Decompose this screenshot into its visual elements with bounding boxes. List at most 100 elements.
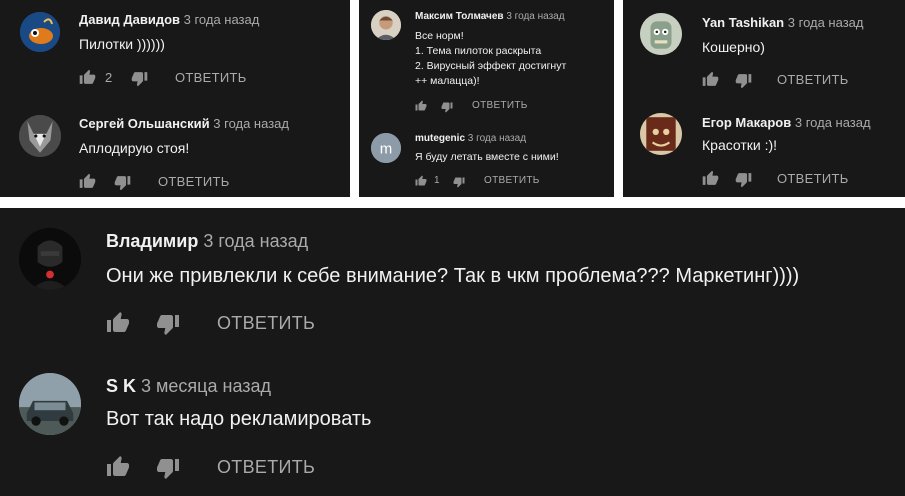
reply-button[interactable]: ОТВЕТИТЬ [472,100,528,111]
avatar[interactable] [19,115,61,157]
thumb-down-icon [157,315,179,335]
reply-button[interactable]: ОТВЕТИТЬ [484,175,540,186]
thumb-down-icon [131,72,148,87]
thumb-up-icon [415,175,427,186]
avatar[interactable] [19,373,81,435]
comments-panel-3: Yan Tashikan 3 года назад Кошерно) ОТВЕТ… [623,0,905,197]
comment-text-line: Вот так надо рекламировать [106,408,372,430]
comment-author[interactable]: Максим Толмачев [415,11,504,22]
comment-text-line: Красотки :)! [702,137,778,153]
comment-text-line: Пилотки )))))) [79,36,165,52]
comment-text-line: Кошерно) [702,39,765,55]
comment-actions: 1 ОТВЕТИТЬ [415,175,605,189]
comment-actions: ОТВЕТИТЬ [702,71,902,89]
avatar-letter: m [380,140,393,157]
comment-text: Аплодирую стоя! [79,140,189,156]
like-count: 1 [434,175,440,186]
comment-timestamp[interactable]: 3 года назад [213,116,289,131]
avatar[interactable] [371,10,401,40]
comment-actions: ОТВЕТИТЬ [106,455,406,479]
thumb-up-icon [415,100,427,111]
comment-actions: ОТВЕТИТЬ [415,100,605,114]
thumb-down-icon [114,176,131,191]
comment-text: Пилотки )))))) [79,36,165,52]
thumb-down-icon [157,459,179,479]
like-button[interactable] [79,173,96,190]
like-button[interactable] [79,69,96,86]
reply-button[interactable]: ОТВЕТИТЬ [175,70,247,85]
comment-text-line: 1. Тема пилоток раскрыта [415,45,542,57]
comment-author[interactable]: Давид Давидов [79,12,180,27]
dislike-button[interactable] [156,312,180,336]
comment-text-line: Я буду летать вместе с ними! [415,151,559,163]
comment-actions: ОТВЕТИТЬ [79,173,339,191]
comments-panel-2: Максим Толмачев 3 года назад Все норм! 1… [359,0,614,197]
comment-timestamp[interactable]: 3 года назад [184,12,260,27]
like-button[interactable] [106,455,130,479]
comment-author[interactable]: Егор Макаров [702,115,791,130]
comment-text-line: Аплодирую стоя! [79,140,190,156]
thumb-down-icon [735,173,752,188]
comment: Yan Tashikan 3 года назад Кошерно) ОТВЕТ… [623,0,905,98]
thumb-up-icon [79,69,96,84]
dislike-button[interactable] [131,70,148,87]
thumb-down-icon [441,102,453,113]
like-button[interactable] [415,175,427,187]
dislike-button[interactable] [114,174,131,191]
comment-text: Вот так надо рекламировать [106,408,371,431]
comment-timestamp[interactable]: 3 года назад [506,11,564,22]
avatar[interactable]: m [371,133,401,163]
comment-text-line: 2. Вирусный эффект достигнут [415,60,567,72]
comment-text: Красотки :)! [702,137,777,153]
dislike-button[interactable] [156,456,180,480]
like-button[interactable] [415,100,427,112]
reply-button[interactable]: ОТВЕТИТЬ [217,457,315,478]
comment-timestamp[interactable]: 3 года назад [203,231,308,251]
comment-timestamp[interactable]: 3 года назад [468,133,526,144]
like-count: 2 [105,70,113,85]
comment-timestamp[interactable]: 3 месяца назад [141,376,271,396]
comment: Сергей Ольшанский 3 года назад Аплодирую… [0,100,350,197]
comment-text: Все норм! 1. Тема пилоток раскрыта 2. Ви… [415,29,566,89]
like-button[interactable] [106,311,130,335]
comment: Егор Макаров 3 года назад Красотки :)! О… [623,100,905,197]
comment-author[interactable]: Yan Tashikan [702,15,784,30]
comment-timestamp[interactable]: 3 года назад [795,115,871,130]
thumb-down-icon [453,177,465,188]
thumb-up-icon [702,170,719,185]
comment-text-line: Все норм! [415,30,464,42]
comment-author[interactable]: S K [106,376,136,396]
comment-text-line: ++ малацца)! [415,75,480,87]
comment-text: Кошерно) [702,39,765,55]
dislike-button[interactable] [453,176,465,188]
dislike-button[interactable] [735,171,752,188]
like-button[interactable] [702,170,719,187]
avatar[interactable] [640,13,682,55]
comment-author[interactable]: Сергей Ольшанский [79,116,210,131]
comment-author[interactable]: mutegenic [415,133,465,144]
comment: Давид Давидов 3 года назад Пилотки )))))… [0,0,350,98]
comments-panel-4: Владимир 3 года назад Они же привлекли к… [0,208,905,496]
thumb-up-icon [107,312,129,332]
avatar[interactable] [640,113,682,155]
avatar[interactable] [20,12,60,52]
avatar[interactable] [19,228,81,290]
comment-actions: ОТВЕТИТЬ [106,311,406,335]
reply-button[interactable]: ОТВЕТИТЬ [777,72,849,87]
thumb-up-icon [79,173,96,188]
comment-text: Они же привлекли к себе внимание? Так в … [106,265,799,288]
reply-button[interactable]: ОТВЕТИТЬ [777,171,849,186]
comment-actions: ОТВЕТИТЬ [702,170,902,188]
reply-button[interactable]: ОТВЕТИТЬ [217,313,315,334]
comment-text-line: Они же привлекли к себе внимание? Так в … [106,265,800,287]
reply-button[interactable]: ОТВЕТИТЬ [158,174,230,189]
comment-actions: 2 ОТВЕТИТЬ [79,69,339,87]
thumb-up-icon [107,456,129,476]
comment: Владимир 3 года назад Они же привлекли к… [0,208,905,353]
comment-timestamp[interactable]: 3 года назад [788,15,864,30]
dislike-button[interactable] [441,101,453,113]
comment-author[interactable]: Владимир [106,231,198,251]
dislike-button[interactable] [735,72,752,89]
like-button[interactable] [702,71,719,88]
comment-text: Я буду летать вместе с ними! [415,151,559,163]
